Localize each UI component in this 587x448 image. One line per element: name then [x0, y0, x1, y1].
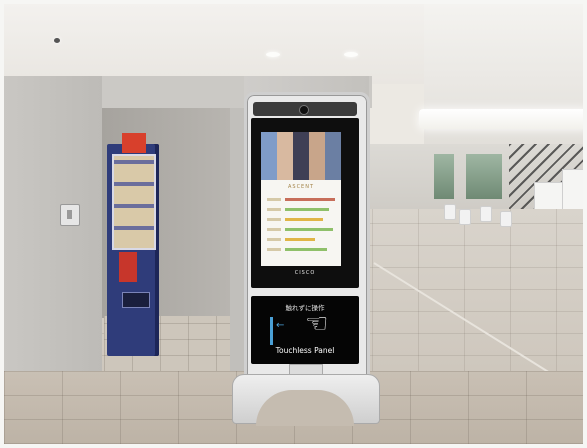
display-row: [267, 218, 281, 221]
chair: [480, 206, 492, 222]
signage-display: ASCENT: [261, 132, 341, 266]
display-row: [267, 198, 281, 201]
display-bar: [285, 208, 329, 211]
cisco-logo: CISCO: [294, 270, 316, 276]
chair: [459, 209, 471, 225]
display-row: [267, 208, 281, 211]
chair: [500, 211, 512, 227]
downlight: [344, 52, 358, 57]
alcove-edge: [230, 108, 244, 378]
vending-panel: [119, 252, 137, 282]
left-arrow-icon: ←: [276, 320, 285, 331]
display-bar: [285, 248, 327, 251]
touch-indicator-bar: [270, 317, 273, 345]
display-logo: ASCENT: [287, 184, 315, 190]
ceiling-light-panel: [419, 109, 583, 129]
display-bar: [285, 198, 335, 201]
display-bar: [285, 228, 333, 231]
chair: [444, 204, 456, 220]
vending-sign: [122, 133, 146, 153]
ceiling-camera: [54, 38, 60, 43]
display-row: [267, 238, 281, 241]
display-bar: [285, 238, 315, 241]
left-wall: [4, 76, 102, 371]
display-row: [267, 228, 281, 231]
display-photo: [261, 132, 341, 180]
pointing-hand-icon: ☜: [305, 309, 329, 339]
camera-icon: [299, 105, 309, 115]
photo-scene: ASCENT CISCO 触れずに操作 ← ☜ Touchless Panel: [4, 4, 583, 444]
vending-slot: [122, 292, 150, 308]
vending-display-window: [112, 154, 156, 250]
light-switch: [60, 204, 80, 226]
display-row: [267, 248, 281, 251]
touchless-panel-label: Touchless Panel: [275, 346, 335, 355]
downlight: [266, 52, 280, 57]
display-bar: [285, 218, 323, 221]
window: [466, 154, 502, 199]
window: [434, 154, 454, 199]
